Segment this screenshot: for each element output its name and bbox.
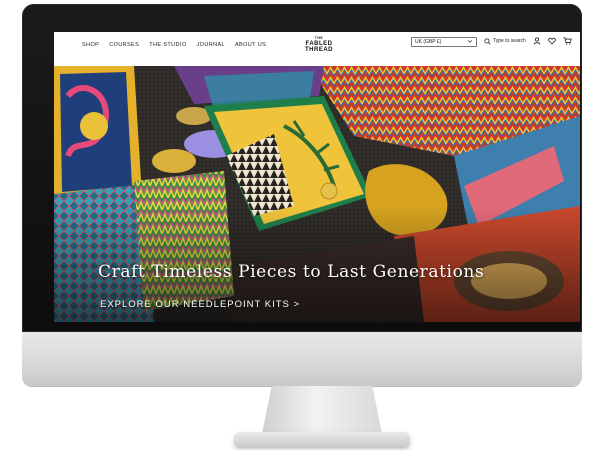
nav-link-shop[interactable]: SHOP — [82, 42, 99, 48]
hero-cta-link[interactable]: EXPLORE OUR NEEDLEPOINT KITS > — [100, 299, 300, 310]
hero-title: Craft Timeless Pieces to Last Generation… — [98, 262, 485, 282]
search-icon — [484, 37, 491, 45]
currency-value: UK (GBP £) — [415, 39, 442, 45]
monitor-stand-neck — [262, 386, 382, 434]
hero-banner: Craft Timeless Pieces to Last Generation… — [54, 66, 580, 322]
currency-selector[interactable]: UK (GBP £) — [411, 37, 477, 47]
nav-link-about-us[interactable]: ABOUT US — [235, 42, 266, 48]
monitor-stand-foot — [234, 432, 410, 448]
account-icon[interactable] — [533, 37, 541, 45]
wishlist-icon[interactable] — [548, 37, 556, 45]
search-label: Type to search — [493, 38, 526, 44]
site-logo[interactable]: THE FABLED THREAD — [299, 35, 339, 53]
nav-link-the-studio[interactable]: THE STUDIO — [149, 42, 186, 48]
search-trigger[interactable]: Type to search — [484, 37, 526, 45]
nav-menu: SHOP COURSES THE STUDIO JOURNAL ABOUT US — [82, 42, 266, 48]
top-navigation: SHOP COURSES THE STUDIO JOURNAL ABOUT US… — [54, 32, 580, 66]
monitor-chin — [22, 332, 582, 386]
header-tools: Type to search — [484, 37, 572, 45]
logo-line-thread: THREAD — [305, 47, 333, 53]
chevron-down-icon — [467, 38, 473, 47]
hero-needlepoint-image — [54, 66, 580, 322]
website-screen: SHOP COURSES THE STUDIO JOURNAL ABOUT US… — [54, 32, 580, 322]
nav-link-courses[interactable]: COURSES — [109, 42, 139, 48]
cart-icon[interactable] — [563, 37, 572, 45]
nav-link-journal[interactable]: JOURNAL — [197, 42, 225, 48]
